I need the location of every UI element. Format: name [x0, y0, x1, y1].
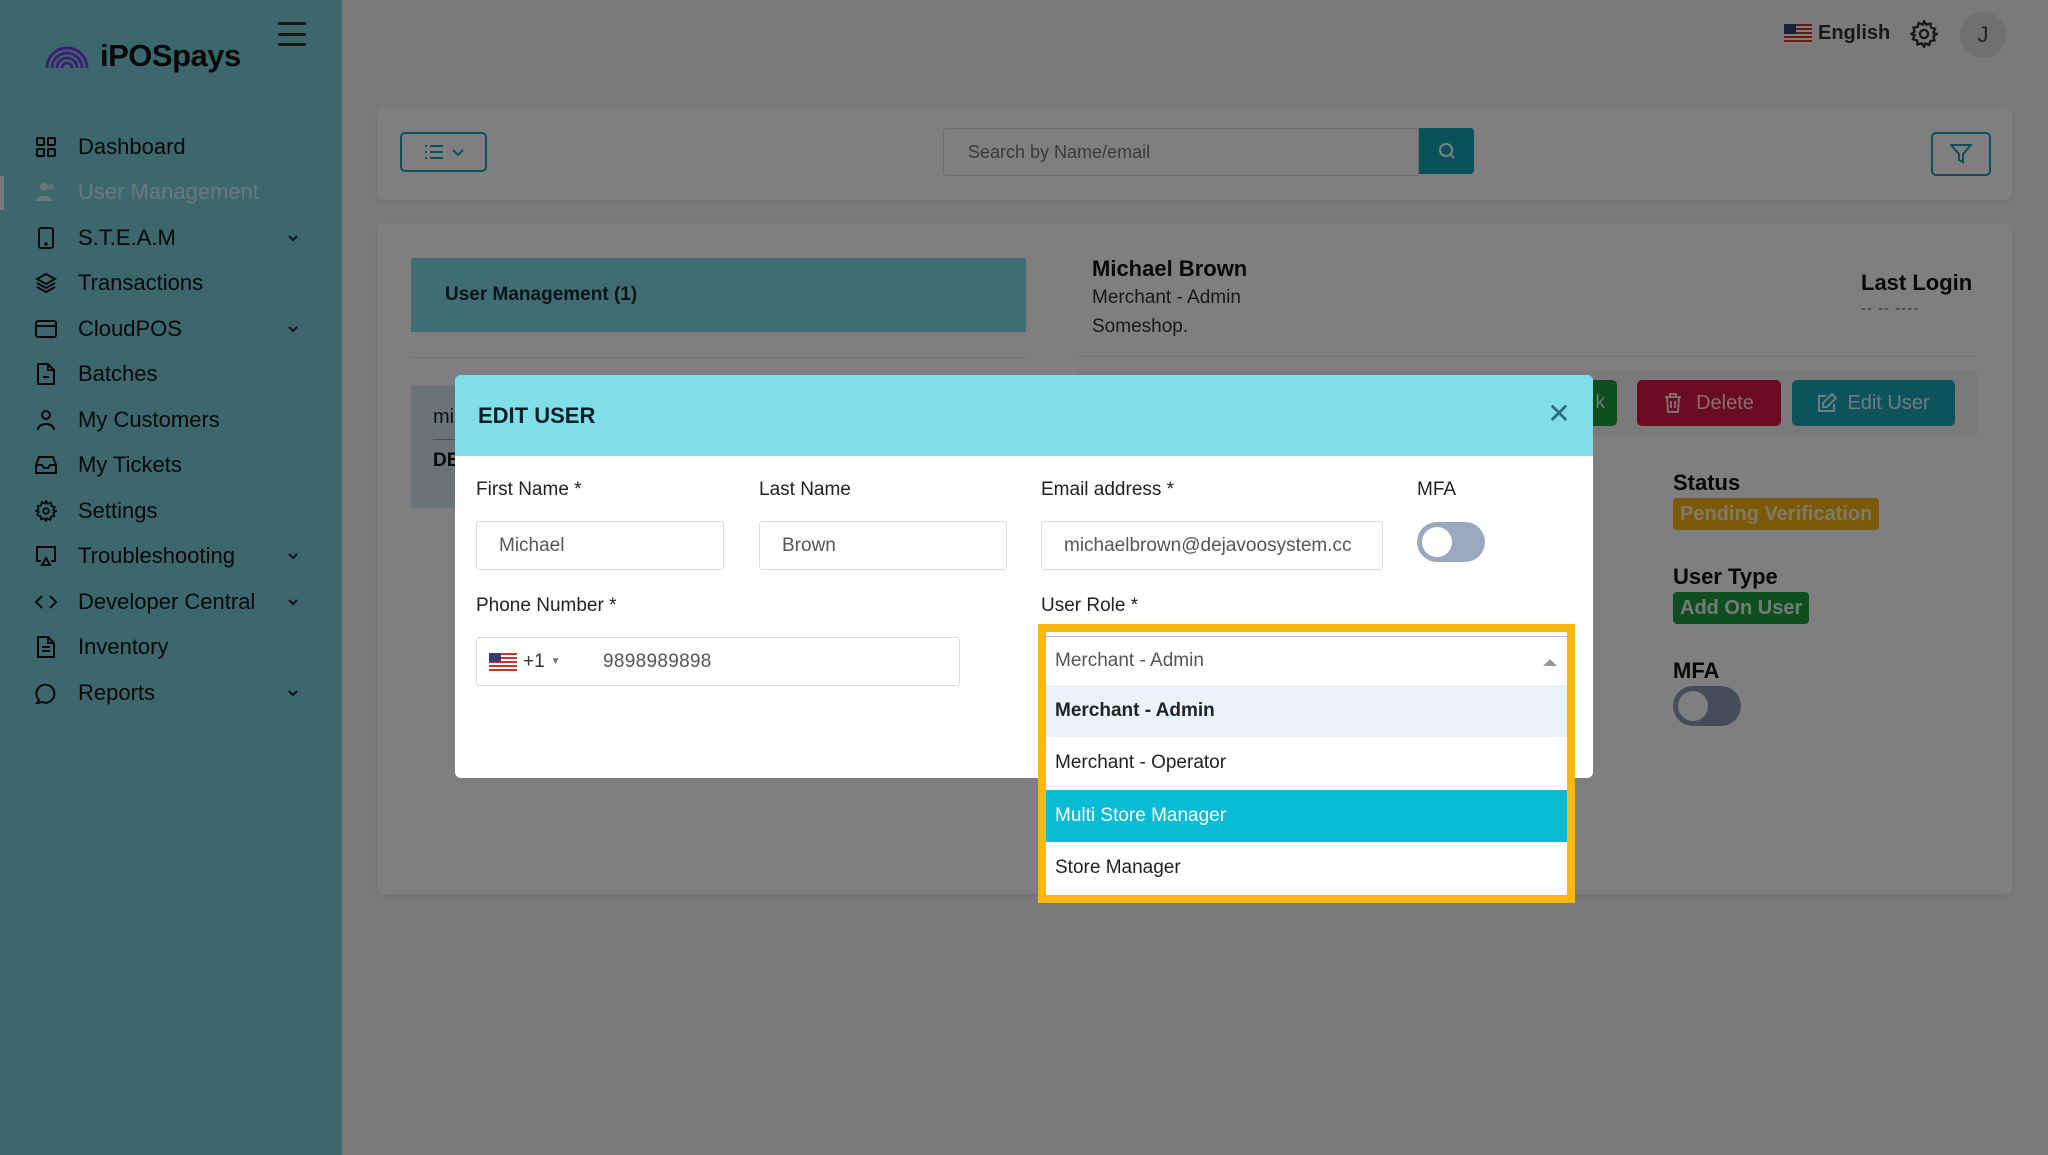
user-role-label: User Role *	[1041, 595, 1139, 616]
last-name-label: Last Name	[759, 479, 851, 500]
modal-title: EDIT USER	[478, 402, 596, 428]
caret-down-icon: ▼	[550, 656, 561, 667]
country-code: +1	[523, 650, 545, 672]
caret-up-icon	[1543, 659, 1557, 666]
user-role-dropdown: Merchant - Admin Merchant - Admin Mercha…	[1038, 624, 1575, 903]
close-icon[interactable]: ✕	[1547, 400, 1571, 428]
role-option-multi-store-manager[interactable]: Multi Store Manager	[1046, 790, 1567, 842]
role-option-store-manager[interactable]: Store Manager	[1046, 842, 1567, 894]
role-option-merchant-operator[interactable]: Merchant - Operator	[1046, 737, 1567, 789]
phone-number-input[interactable]: 9898989898	[603, 651, 712, 673]
user-role-selected-value: Merchant - Admin	[1055, 649, 1204, 671]
mfa-label: MFA	[1417, 479, 1457, 500]
email-input[interactable]: michaelbrown@dejavoosystem.cc	[1041, 521, 1383, 570]
email-label: Email address *	[1041, 479, 1175, 500]
us-flag-icon	[489, 652, 517, 671]
toggle-knob	[1422, 527, 1452, 557]
phone-label: Phone Number *	[476, 595, 617, 616]
role-option-merchant-admin[interactable]: Merchant - Admin	[1046, 685, 1567, 737]
mfa-toggle[interactable]	[1417, 522, 1485, 562]
phone-input-group: +1 ▼ 9898989898	[476, 637, 960, 686]
user-role-select[interactable]: Merchant - Admin	[1046, 636, 1567, 684]
country-code-select[interactable]: +1 ▼	[477, 651, 603, 673]
modal-header: EDIT USER ✕	[455, 375, 1593, 456]
first-name-input[interactable]: Michael	[476, 521, 724, 570]
first-name-label: First Name *	[476, 479, 582, 500]
last-name-input[interactable]: Brown	[759, 521, 1007, 570]
